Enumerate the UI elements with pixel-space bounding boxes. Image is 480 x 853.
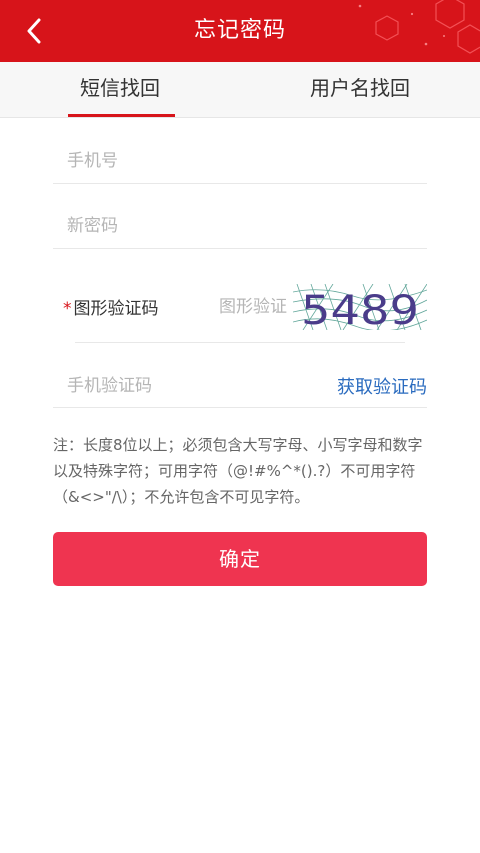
- required-mark: *: [63, 299, 72, 319]
- phone-field: [53, 138, 427, 184]
- captcha-label: * 图形验证码: [63, 294, 159, 319]
- app-header: 忘记密码: [0, 0, 480, 62]
- chevron-left-icon: [27, 18, 41, 44]
- sms-code-field: 获取验证码: [53, 364, 427, 408]
- captcha-text: 5489: [301, 288, 419, 330]
- new-password-field: [53, 204, 427, 249]
- password-rules-note: 注：长度8位以上；必须包含大写字母、小写字母和数字以及特殊字符；可用字符（@!#…: [53, 436, 423, 506]
- tab-sms-recovery[interactable]: 短信找回: [60, 62, 180, 118]
- captcha-input[interactable]: [219, 288, 287, 326]
- back-button[interactable]: [14, 14, 54, 48]
- active-tab-indicator: [68, 114, 175, 117]
- phone-input[interactable]: [53, 138, 427, 183]
- captcha-image[interactable]: 5489: [293, 284, 427, 330]
- captcha-divider: [75, 342, 405, 343]
- confirm-button[interactable]: 确定: [53, 532, 427, 586]
- tab-username-recovery[interactable]: 用户名找回: [290, 62, 430, 118]
- tab-bar: 短信找回 用户名找回: [0, 62, 480, 118]
- sms-code-input[interactable]: [53, 364, 303, 407]
- new-password-input[interactable]: [53, 204, 427, 248]
- captcha-row: *图形验证码 5489: [53, 282, 427, 332]
- get-code-button[interactable]: 获取验证码: [337, 373, 427, 399]
- captcha-label-text: 图形验证码: [73, 299, 159, 319]
- hexagon-pattern-decoration: [358, 0, 480, 54]
